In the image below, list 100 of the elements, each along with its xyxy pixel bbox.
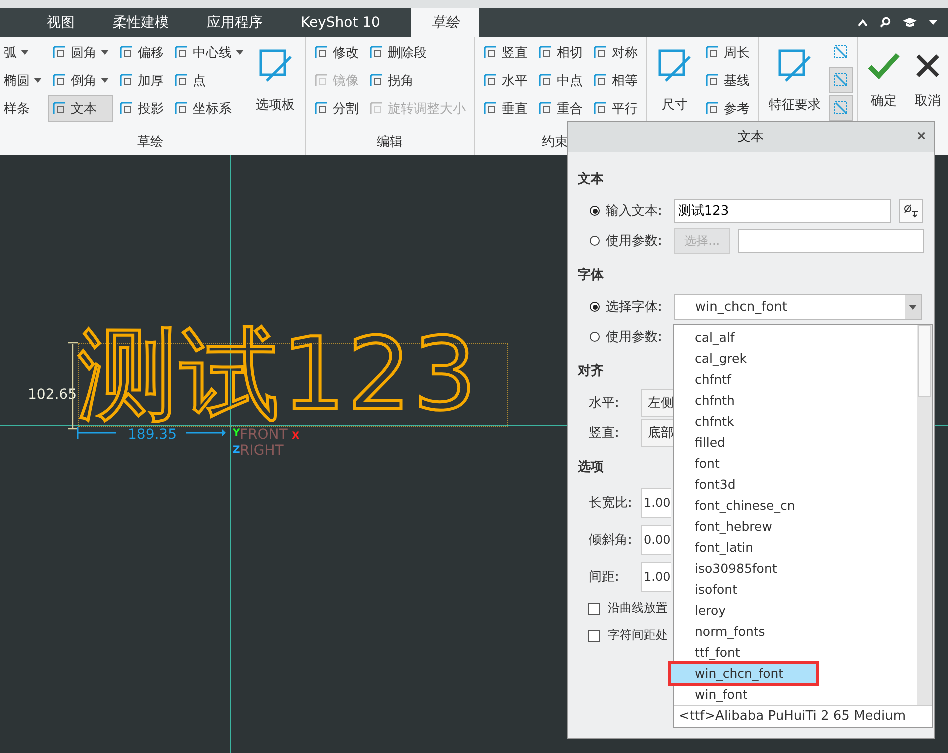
- sketch-tool-icon: [705, 101, 720, 116]
- ribbon-button[interactable]: 椭圆: [0, 67, 46, 94]
- ribbon-button[interactable]: 投影: [115, 95, 168, 122]
- axis-label: Z: [233, 445, 240, 456]
- radio-button[interactable]: 选择字体:: [578, 298, 662, 316]
- font-list-item[interactable]: <ttf>Alibaba PuHuiTi 2 65 Medium: [674, 705, 932, 727]
- sketch-tool-icon: [314, 73, 329, 88]
- font-list-item[interactable]: win_chcn_font: [670, 663, 817, 684]
- ribbon-button[interactable]: 竖直: [479, 39, 532, 66]
- radio-button[interactable]: 使用参数:: [578, 328, 662, 346]
- font-list-item[interactable]: font3d: [674, 474, 917, 495]
- scrollbar[interactable]: [917, 325, 932, 705]
- font-list-item[interactable]: leroy: [674, 600, 917, 621]
- font-list-item[interactable]: font_latin: [674, 537, 917, 558]
- field-label: 水平:: [589, 395, 620, 412]
- checkbox[interactable]: [588, 630, 600, 642]
- field-label: 长宽比:: [589, 494, 634, 512]
- ribbon-button[interactable]: 基线: [701, 67, 754, 94]
- ribbon-button[interactable]: 删除段: [365, 39, 470, 66]
- radio-button[interactable]: 使用参数:: [578, 232, 662, 250]
- sketch-tool-icon: [657, 48, 693, 84]
- font-list-item[interactable]: font: [674, 453, 917, 474]
- ribbon-button[interactable]: 尺寸: [651, 39, 699, 123]
- number-field[interactable]: 0.00: [641, 524, 671, 554]
- parameter-field[interactable]: [738, 229, 924, 253]
- font-list-item[interactable]: win_font: [674, 684, 917, 705]
- ribbon-button[interactable]: 倒角: [48, 67, 113, 94]
- ribbon-button[interactable]: 弧: [0, 39, 46, 66]
- font-list-item[interactable]: chfntf: [674, 369, 917, 390]
- width-dimension[interactable]: 189.35: [128, 427, 177, 443]
- ribbon-tab[interactable]: 视图: [28, 8, 94, 37]
- ribbon-button[interactable]: 重合: [534, 95, 587, 122]
- ribbon-button[interactable]: 样条: [0, 95, 46, 122]
- ribbon-button[interactable]: 圆角: [48, 39, 113, 66]
- ribbon-button[interactable]: 相等: [589, 67, 642, 94]
- ribbon-tab[interactable]: 应用程序: [188, 8, 282, 37]
- ribbon-button[interactable]: 分割: [310, 95, 363, 122]
- font-list-item[interactable]: ttf_font: [674, 642, 917, 663]
- sketch-tool-icon: [483, 73, 498, 88]
- font-list-item[interactable]: font_hebrew: [674, 516, 917, 537]
- close-button[interactable]: ×: [917, 128, 926, 145]
- ribbon-button[interactable]: 中心线: [170, 39, 248, 66]
- checkmark-icon: [868, 52, 900, 80]
- ribbon-button[interactable]: 对称: [589, 39, 642, 66]
- ribbon-button[interactable]: 特征要求: [763, 39, 827, 123]
- cancel-button[interactable]: 取消: [908, 39, 948, 123]
- dotted-square-icon: [833, 72, 849, 88]
- radio-button[interactable]: 输入文本:: [578, 202, 662, 220]
- sketch-tool-icon: [705, 45, 720, 60]
- ribbon-button[interactable]: 坐标系: [170, 95, 248, 122]
- font-dropdown[interactable]: win_chcn_font: [674, 294, 922, 320]
- ribbon-button[interactable]: 周长: [701, 39, 754, 66]
- text-input-field[interactable]: 测试123: [674, 199, 892, 223]
- ribbon-button[interactable]: 平行: [589, 95, 642, 122]
- ribbon-tab[interactable]: KeyShot 10: [282, 8, 400, 37]
- font-list-item[interactable]: norm_fonts: [674, 621, 917, 642]
- ribbon-button[interactable]: 垂直: [479, 95, 532, 122]
- ribbon-tab[interactable]: 柔性建模: [94, 8, 188, 37]
- font-list-item[interactable]: cal_grek: [674, 348, 917, 369]
- search-icon[interactable]: [880, 17, 891, 28]
- font-list-item[interactable]: chfnth: [674, 390, 917, 411]
- confirm-button[interactable]: 确定: [862, 39, 906, 123]
- ribbon-button[interactable]: 修改: [310, 39, 363, 66]
- ribbon-button[interactable]: 拐角: [365, 67, 470, 94]
- sketch-tool-icon: [593, 101, 608, 116]
- checkbox[interactable]: [588, 602, 600, 614]
- alignment-dropdown[interactable]: 左侧: [641, 389, 675, 417]
- view-plane-label: RIGHT: [240, 443, 284, 459]
- sketch-tool-icon: [777, 48, 813, 84]
- font-list-item[interactable]: isofont: [674, 579, 917, 600]
- number-field[interactable]: 1.00: [641, 488, 671, 518]
- sketch-tool-icon: [174, 45, 189, 60]
- font-list-item[interactable]: cal_alf: [674, 327, 917, 348]
- sketch-tool-icon: [593, 73, 608, 88]
- ribbon-button[interactable]: 文本: [48, 95, 113, 122]
- ribbon-tab[interactable]: 草绘: [411, 8, 480, 37]
- ribbon-button[interactable]: 相切: [534, 39, 587, 66]
- caret-icon[interactable]: [929, 20, 938, 26]
- symbol-button[interactable]: [899, 199, 924, 223]
- font-list-item[interactable]: filled: [674, 432, 917, 453]
- checkbox-label: 沿曲线放置: [608, 600, 668, 617]
- sketch-tool-icon: [174, 101, 189, 116]
- diameter-symbol-icon: [903, 204, 920, 218]
- ribbon-button[interactable]: 偏移: [115, 39, 168, 66]
- ribbon-button[interactable]: 参考: [701, 95, 754, 122]
- alignment-dropdown[interactable]: 底部: [641, 419, 675, 447]
- ribbon-button[interactable]: 中点: [534, 67, 587, 94]
- font-list-item[interactable]: font_chinese_cn: [674, 495, 917, 516]
- font-list-item[interactable]: iso30985font: [674, 558, 917, 579]
- sketch-tool-icon: [705, 73, 720, 88]
- ribbon-button[interactable]: 水平: [479, 67, 532, 94]
- number-field[interactable]: 1.00: [641, 562, 671, 592]
- ribbon-button[interactable]: 选项板: [250, 39, 301, 123]
- ribbon-button[interactable]: 点: [170, 67, 248, 94]
- font-list-item[interactable]: chfntk: [674, 411, 917, 432]
- sketch-tool-icon: [593, 45, 608, 60]
- graduation-cap-icon[interactable]: [903, 17, 917, 28]
- collapse-caret-icon[interactable]: [858, 18, 868, 26]
- ribbon-button[interactable]: 加厚: [115, 67, 168, 94]
- sketch-tool-icon: [52, 101, 67, 116]
